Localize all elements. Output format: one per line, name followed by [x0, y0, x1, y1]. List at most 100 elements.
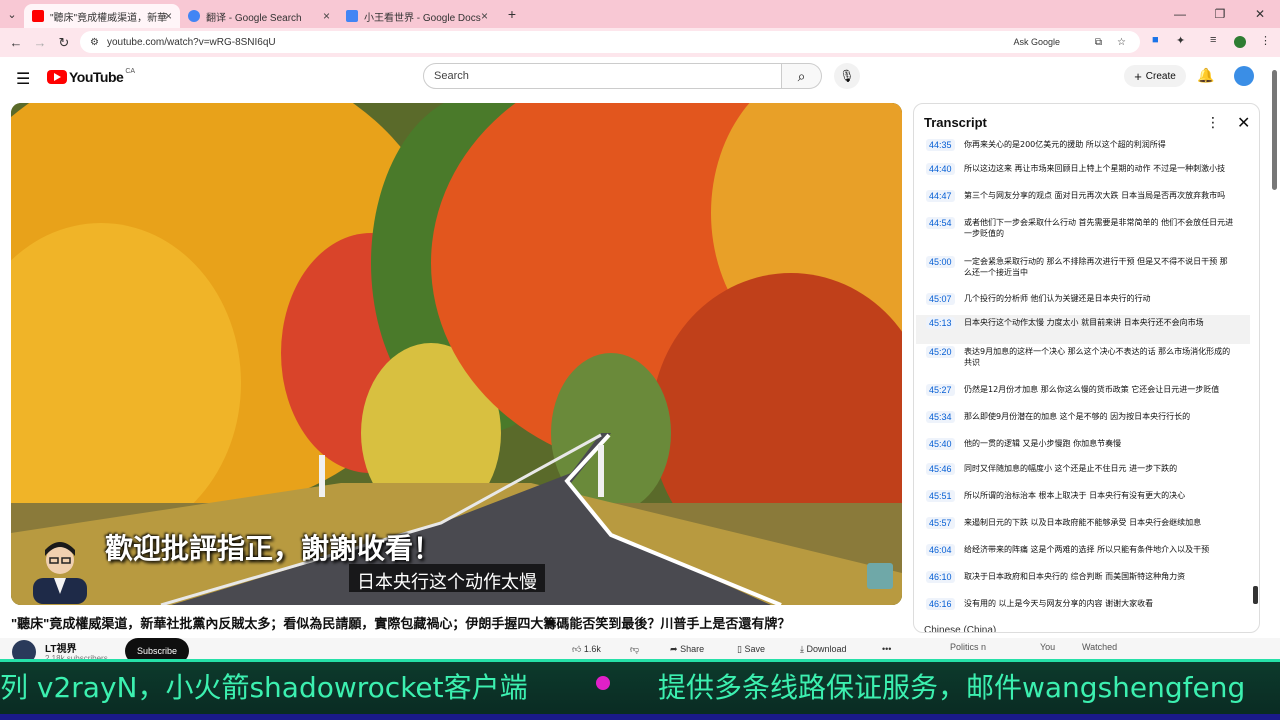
voice-search-button[interactable]: 🎙 — [834, 63, 860, 89]
segment-timestamp[interactable]: 44:47 — [926, 190, 955, 202]
segment-timestamp[interactable]: 44:54 — [926, 217, 955, 229]
url-text[interactable]: youtube.com/watch?v=wRG-8SNI6qU — [107, 37, 276, 48]
transcript-segment[interactable]: 44:35 你再来关心的是200亿美元的援助 所以这个超的利润所得 — [916, 137, 1250, 161]
page-scrollbar[interactable] — [1272, 70, 1277, 190]
back-icon[interactable]: ← — [4, 35, 28, 50]
browser-tab-youtube[interactable]: "聽床"竟成權威渠道，新華 × — [24, 4, 180, 28]
minimize-icon[interactable]: — — [1160, 7, 1200, 21]
share-icon: ➦ — [670, 644, 678, 654]
account-avatar[interactable] — [1234, 66, 1254, 86]
chip-you[interactable]: You — [1040, 642, 1055, 652]
search-button[interactable]: ⌕ — [782, 63, 822, 89]
transcript-segment[interactable]: 45:07 几个投行的分析师 他们认为关键还是日本央行的行动 — [916, 291, 1250, 315]
segment-text: 或者他们下一步会采取什么行动 首先需要是非常简单的 他们不会放任日元进一步贬值的 — [964, 218, 1234, 238]
browser-menu-icon[interactable]: ⋮ — [1260, 34, 1271, 47]
reload-icon[interactable]: ↻ — [52, 35, 76, 51]
bookmark-star-icon[interactable]: ☆ — [1117, 37, 1126, 48]
transcript-segment[interactable]: 45:51 所以所谓的治标治本 根本上取决于 日本央行有没有更大的决心 — [916, 488, 1250, 515]
share-button[interactable]: ➦ Share — [670, 644, 704, 655]
segment-timestamp[interactable]: 44:35 — [926, 139, 955, 151]
install-icon[interactable]: ⧉ — [1095, 37, 1102, 48]
transcript-language-select[interactable]: Chinese (China) — [924, 625, 996, 632]
more-options-icon[interactable]: ⋮ — [1206, 114, 1220, 131]
segment-timestamp[interactable]: 45:40 — [926, 438, 955, 450]
segment-timestamp[interactable]: 44:40 — [926, 163, 955, 175]
burned-in-subtitle: 歡迎批評指正，謝謝收看！ — [105, 532, 442, 565]
segment-timestamp[interactable]: 45:34 — [926, 411, 955, 423]
forward-icon[interactable]: → — [28, 35, 52, 50]
youtube-logo[interactable]: YouTube CA — [47, 68, 135, 85]
segment-timestamp[interactable]: 46:10 — [926, 571, 955, 583]
profile-avatar-icon[interactable] — [1234, 36, 1246, 48]
download-button[interactable]: ⤓ Download — [800, 644, 847, 655]
segment-timestamp[interactable]: 45:20 — [926, 346, 955, 358]
banner-bottom-bar — [0, 714, 1280, 720]
browser-tab-google-search[interactable]: 翻译 - Google Search × — [180, 4, 338, 28]
segment-timestamp[interactable]: 46:16 — [926, 598, 955, 610]
tab-search-chevron-icon[interactable]: ⌄ — [0, 8, 24, 21]
reading-list-icon[interactable]: ≡ — [1210, 34, 1216, 46]
segment-timestamp[interactable]: 46:04 — [926, 544, 955, 556]
segment-text: 几个投行的分析师 他们认为关键还是日本央行的行动 — [964, 294, 1151, 303]
transcript-segment[interactable]: 45:40 他的一贯的逻辑 又是小步慢跑 你加息节奏慢 — [916, 436, 1250, 461]
segment-timestamp[interactable]: 45:57 — [926, 517, 955, 529]
close-tab-icon[interactable]: × — [165, 9, 172, 23]
thumbs-up-icon: 👍︎ — [572, 644, 582, 654]
window-controls: — ❐ ✕ — [1160, 0, 1280, 28]
address-bar[interactable]: ⚙ youtube.com/watch?v=wRG-8SNI6qU Ask Go… — [80, 31, 1140, 53]
create-button[interactable]: + Create — [1124, 65, 1186, 87]
transcript-scrollbar[interactable] — [1253, 586, 1258, 604]
segment-timestamp[interactable]: 45:07 — [926, 293, 955, 305]
video-title: "聽床"竟成權威渠道，新華社批黨內反賊太多；看似為民請願，實際包藏禍心；伊朗手握… — [11, 616, 791, 631]
transcript-segment[interactable]: 44:47 第三个与网友分享的观点 面对日元再次大跌 日本当局是否再次放弃救市吗 — [916, 188, 1250, 215]
segment-timestamp[interactable]: 45:51 — [926, 490, 955, 502]
new-tab-button[interactable]: + — [500, 6, 524, 22]
close-tab-icon[interactable]: × — [323, 9, 330, 23]
transcript-segment[interactable]: 44:40 所以这边这来 再让市场来回顾日上特上个星期的动作 不过是一种刺激小技 — [916, 161, 1250, 188]
close-window-icon[interactable]: ✕ — [1240, 7, 1280, 21]
segment-timestamp[interactable]: 45:00 — [926, 256, 955, 268]
transcript-panel: Transcript ⋮ ✕ 44:35 你再来关心的是200亿美元的援助 所以这… — [913, 103, 1260, 633]
transcript-segment[interactable]: 44:54 或者他们下一步会采取什么行动 首先需要是非常简单的 他们不会放任日元进… — [916, 215, 1250, 254]
channel-watermark-icon[interactable] — [867, 563, 893, 589]
search-icon: ⌕ — [797, 68, 806, 84]
close-tab-icon[interactable]: × — [481, 9, 488, 23]
transcript-segment[interactable]: 46:04 给经济带来的阵痛 这是个两难的选择 所以只能有条件地介入以及干预 — [916, 542, 1250, 569]
chip-watched[interactable]: Watched — [1082, 642, 1117, 652]
extensions-puzzle-icon[interactable]: ✦ — [1176, 34, 1185, 47]
ask-google-button[interactable]: Ask Google — [1007, 35, 1066, 49]
like-button[interactable]: 👍︎ 1.6k — [572, 644, 601, 655]
channel-name[interactable]: LT視界 — [45, 640, 76, 655]
transcript-segment[interactable]: 45:27 仍然是12月份才加息 那么你这么慢的货币政策 它还会让日元进一步贬值 — [916, 382, 1250, 409]
youtube-play-logo-icon — [47, 70, 67, 84]
site-info-icon[interactable]: ⚙ — [90, 37, 99, 48]
dislike-button[interactable]: 👎︎ — [630, 644, 639, 655]
transcript-segment[interactable]: 45:46 同时又伴随加息的幅度小 这个还是止不住日元 进一步下跌的 — [916, 461, 1250, 488]
notifications-bell-icon[interactable]: 🔔 — [1197, 67, 1214, 84]
transcript-segment[interactable]: 45:20 表达9月加息的这样一个决心 那么这个决心不表达的话 那么市场消化形成的… — [916, 344, 1250, 382]
create-label: Create — [1145, 70, 1176, 82]
tab-title: 小王看世界 - Google Docs — [364, 12, 481, 24]
transcript-segment[interactable]: 45:00 一定会紧急采取行动的 那么不排除再次进行干预 但是又不得不说日干预 那… — [916, 254, 1250, 291]
transcript-segment[interactable]: 45:34 那么即使9月份潜在的加息 这个是不够的 因为按日本央行行长的 — [916, 409, 1250, 436]
banner-left-text: 列 v2rayN，小火箭shadowrocket客户端 — [0, 671, 528, 704]
translate-extension-icon[interactable]: ■ — [1152, 34, 1159, 46]
hamburger-menu-icon[interactable]: ☰ — [16, 69, 30, 89]
more-actions-icon[interactable]: ••• — [882, 644, 891, 654]
browser-tab-google-docs[interactable]: 小王看世界 - Google Docs × — [338, 4, 496, 28]
save-button[interactable]: ▯ Save — [737, 644, 765, 655]
youtube-header: ☰ YouTube CA Search ⌕ 🎙 + Create 🔔 — [0, 57, 1280, 97]
close-icon[interactable]: ✕ — [1237, 113, 1250, 133]
segment-timestamp[interactable]: 45:13 — [926, 317, 955, 329]
transcript-segment[interactable]: 45:13 日本央行这个动作太慢 力度太小 就目前来讲 日本央行还不会向市场 — [916, 315, 1250, 344]
banner-right-text: 提供多条线路保证服务，邮件wangshengfeng — [658, 671, 1246, 704]
transcript-segment[interactable]: 46:10 取决于日本政府和日本央行的 综合判断 而美国斯特这种角力资 — [916, 569, 1250, 596]
chip-politics[interactable]: Politics n — [950, 642, 986, 652]
segment-timestamp[interactable]: 45:46 — [926, 463, 955, 475]
transcript-segment[interactable]: 46:16 没有用的 以上是今天与网友分享的内容 谢谢大家收看 — [916, 596, 1250, 618]
segment-timestamp[interactable]: 45:27 — [926, 384, 955, 396]
restore-icon[interactable]: ❐ — [1200, 7, 1240, 21]
search-input[interactable]: Search — [423, 63, 782, 89]
transcript-segment[interactable]: 45:57 来遏制日元的下跌 以及日本政府能不能够承受 日本央行会继续加息 — [916, 515, 1250, 542]
google-favicon-icon — [188, 10, 200, 22]
